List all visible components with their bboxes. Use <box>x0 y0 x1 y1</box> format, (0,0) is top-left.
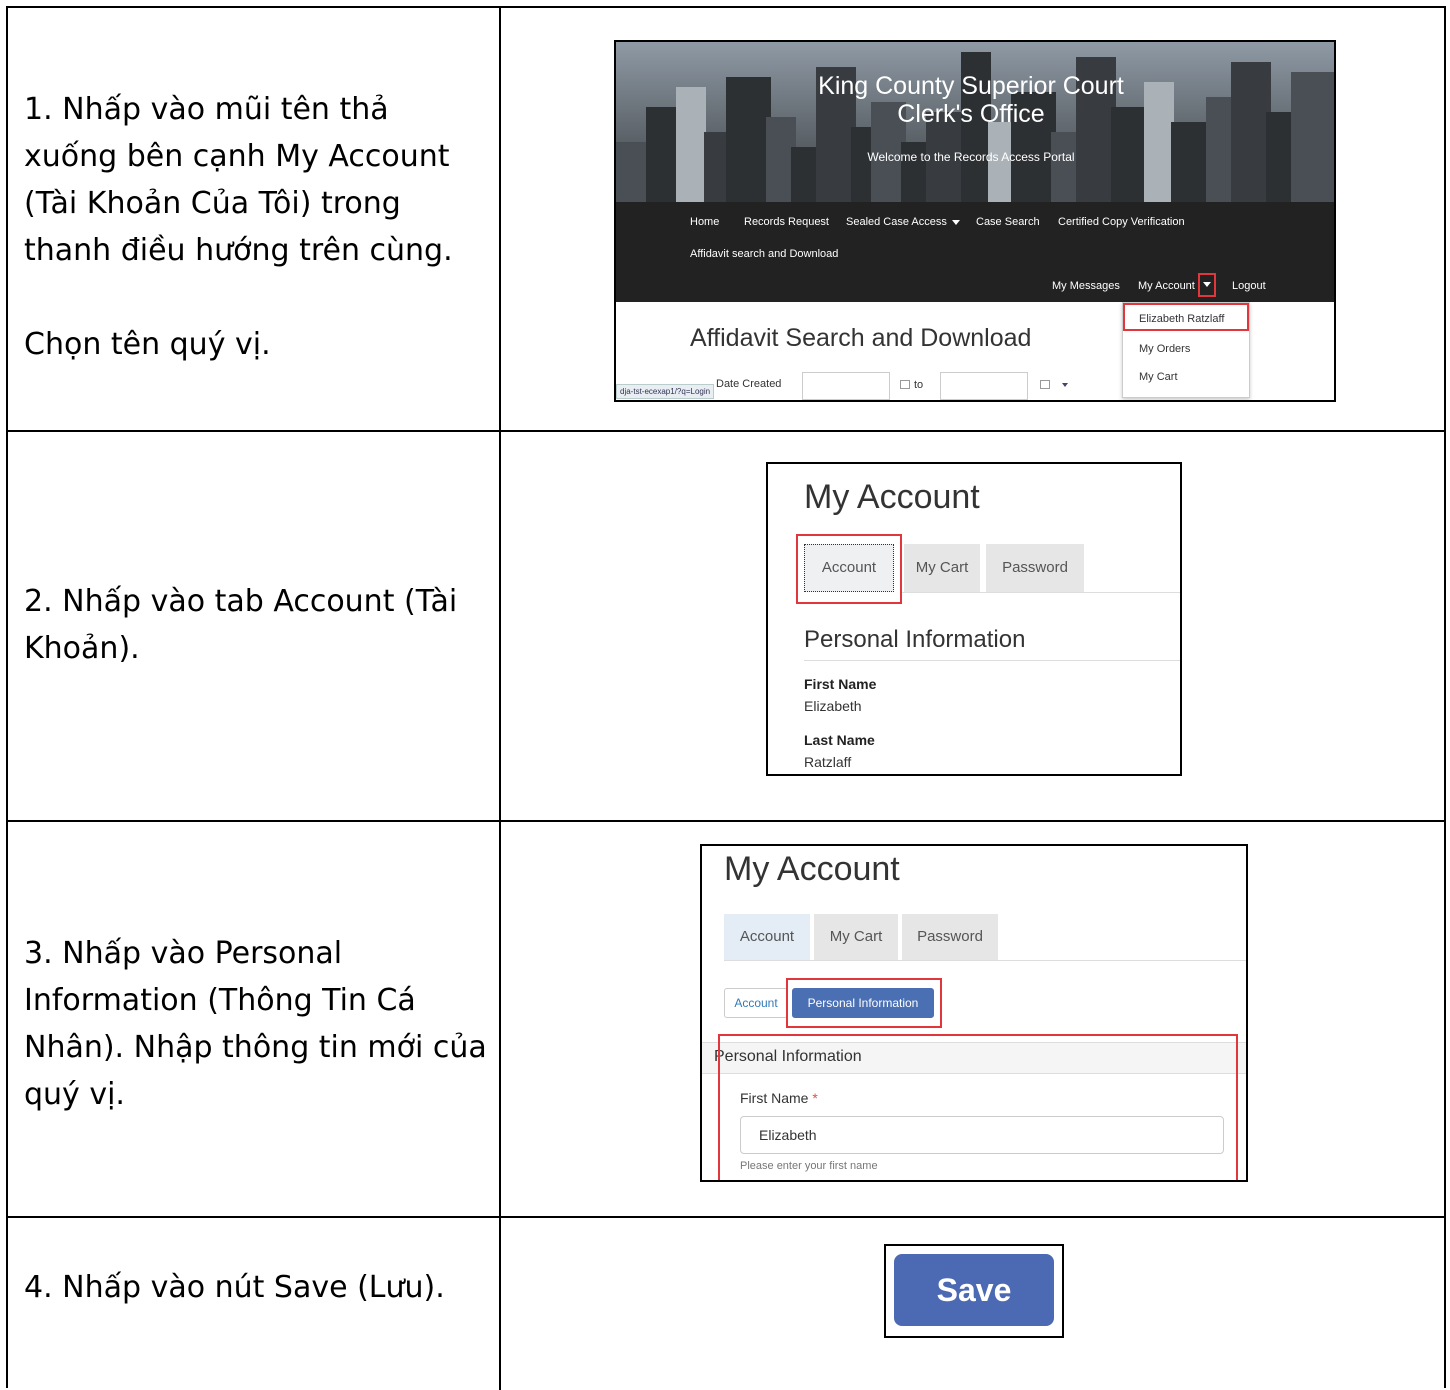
tab-password[interactable]: Password <box>902 914 998 960</box>
step-row-3: 3. Nhấp vào Personal Information (Thông … <box>8 822 1444 1218</box>
step-1-instruction: 1. Nhấp vào mũi tên thả xuống bên cạnh M… <box>24 92 453 268</box>
section-title: Personal Information <box>804 626 1026 653</box>
tab-my-cart[interactable]: My Cart <box>904 544 980 592</box>
calendar-icon[interactable] <box>900 380 910 389</box>
date-from-input[interactable] <box>802 372 890 400</box>
screenshot-personal-info: My Account Account My Cart Password Acco… <box>700 844 1248 1182</box>
step-2-text: 2. Nhấp vào tab Account (Tài Khoản). <box>24 578 489 672</box>
section-divider <box>804 660 1180 661</box>
screenshot-save: Save <box>884 1244 1064 1338</box>
chevron-down-icon[interactable] <box>1062 383 1068 387</box>
nav-logout[interactable]: Logout <box>1232 280 1266 292</box>
nav-sealed-case-access[interactable]: Sealed Case Access <box>846 216 960 228</box>
step-3-text: 3. Nhấp vào Personal Information (Thông … <box>24 930 489 1118</box>
menu-item-my-orders[interactable]: My Orders <box>1139 343 1190 355</box>
tab-my-cart[interactable]: My Cart <box>814 914 898 960</box>
nav-home[interactable]: Home <box>690 216 719 228</box>
step-row-2: 2. Nhấp vào tab Account (Tài Khoản). My … <box>8 432 1444 822</box>
last-name-value: Ratzlaff <box>804 754 852 770</box>
step-4-text: 4. Nhấp vào nút Save (Lưu). <box>24 1264 489 1311</box>
status-url: dja-tst-ecexap1/?q=Login <box>616 384 715 399</box>
menu-item-my-cart[interactable]: My Cart <box>1139 371 1178 383</box>
last-name-label: Last Name <box>804 732 875 748</box>
column-divider <box>499 8 501 430</box>
save-button[interactable]: Save <box>894 1254 1054 1326</box>
tab-account[interactable]: Account <box>724 914 810 960</box>
nav-my-account[interactable]: My Account <box>1138 280 1195 292</box>
column-divider <box>499 432 501 820</box>
to-label: to <box>914 379 924 391</box>
highlight-user-name <box>1123 303 1249 331</box>
step-3-instruction: 3. Nhấp vào Personal Information (Thông … <box>24 936 487 1112</box>
column-divider <box>499 1218 501 1390</box>
first-name-label: First Name <box>804 676 877 692</box>
highlight-account-tab <box>796 534 902 604</box>
date-created-label: Date Created <box>716 378 782 390</box>
instruction-table: 1. Nhấp vào mũi tên thả xuống bên cạnh M… <box>6 6 1446 1390</box>
skyline-banner: King County Superior Court Clerk's Offic… <box>616 42 1334 202</box>
nav-affidavit[interactable]: Affidavit search and Download <box>690 248 838 260</box>
tab-divider <box>902 592 1180 593</box>
first-name-value: Elizabeth <box>804 698 862 714</box>
page-title: My Account <box>804 478 980 516</box>
nav-records-request[interactable]: Records Request <box>744 216 829 228</box>
account-dropdown-menu: Elizabeth Ratzlaff My Orders My Cart <box>1122 302 1250 398</box>
date-to-input[interactable] <box>940 372 1028 400</box>
step-row-1: 1. Nhấp vào mũi tên thả xuống bên cạnh M… <box>8 8 1444 432</box>
portal-title: King County Superior Court Clerk's Offic… <box>818 72 1124 128</box>
step-4-instruction: 4. Nhấp vào nút Save (Lưu). <box>24 1270 445 1305</box>
top-navigation: Home Records Request Sealed Case Access … <box>616 202 1334 302</box>
step-2-instruction: 2. Nhấp vào tab Account (Tài Khoản). <box>24 584 458 666</box>
calendar-icon[interactable] <box>1040 380 1050 389</box>
step-row-4: 4. Nhấp vào nút Save (Lưu). Save <box>8 1218 1444 1390</box>
highlight-dropdown-toggle <box>1198 273 1216 297</box>
subtab-account[interactable]: Account <box>724 988 788 1018</box>
nav-certified-copy[interactable]: Certified Copy Verification <box>1058 216 1185 228</box>
screenshot-my-account-tabs: My Account Account My Cart Password Pers… <box>766 462 1182 776</box>
nav-my-messages[interactable]: My Messages <box>1052 280 1120 292</box>
column-divider <box>499 822 501 1216</box>
highlight-personal-information <box>786 978 942 1028</box>
tab-divider <box>724 960 1246 961</box>
step-1-text: 1. Nhấp vào mũi tên thả xuống bên cạnh M… <box>24 86 489 368</box>
step-1-extra: Chọn tên quý vị. <box>24 327 271 362</box>
screenshot-portal: King County Superior Court Clerk's Offic… <box>614 40 1336 402</box>
chevron-down-icon <box>951 219 960 225</box>
nav-case-search[interactable]: Case Search <box>976 216 1040 228</box>
tab-password[interactable]: Password <box>986 544 1084 592</box>
highlight-personal-info-panel <box>718 1034 1238 1180</box>
portal-welcome: Welcome to the Records Access Portal <box>867 150 1075 164</box>
affidavit-heading: Affidavit Search and Download <box>690 324 1032 352</box>
page-title: My Account <box>724 850 900 888</box>
